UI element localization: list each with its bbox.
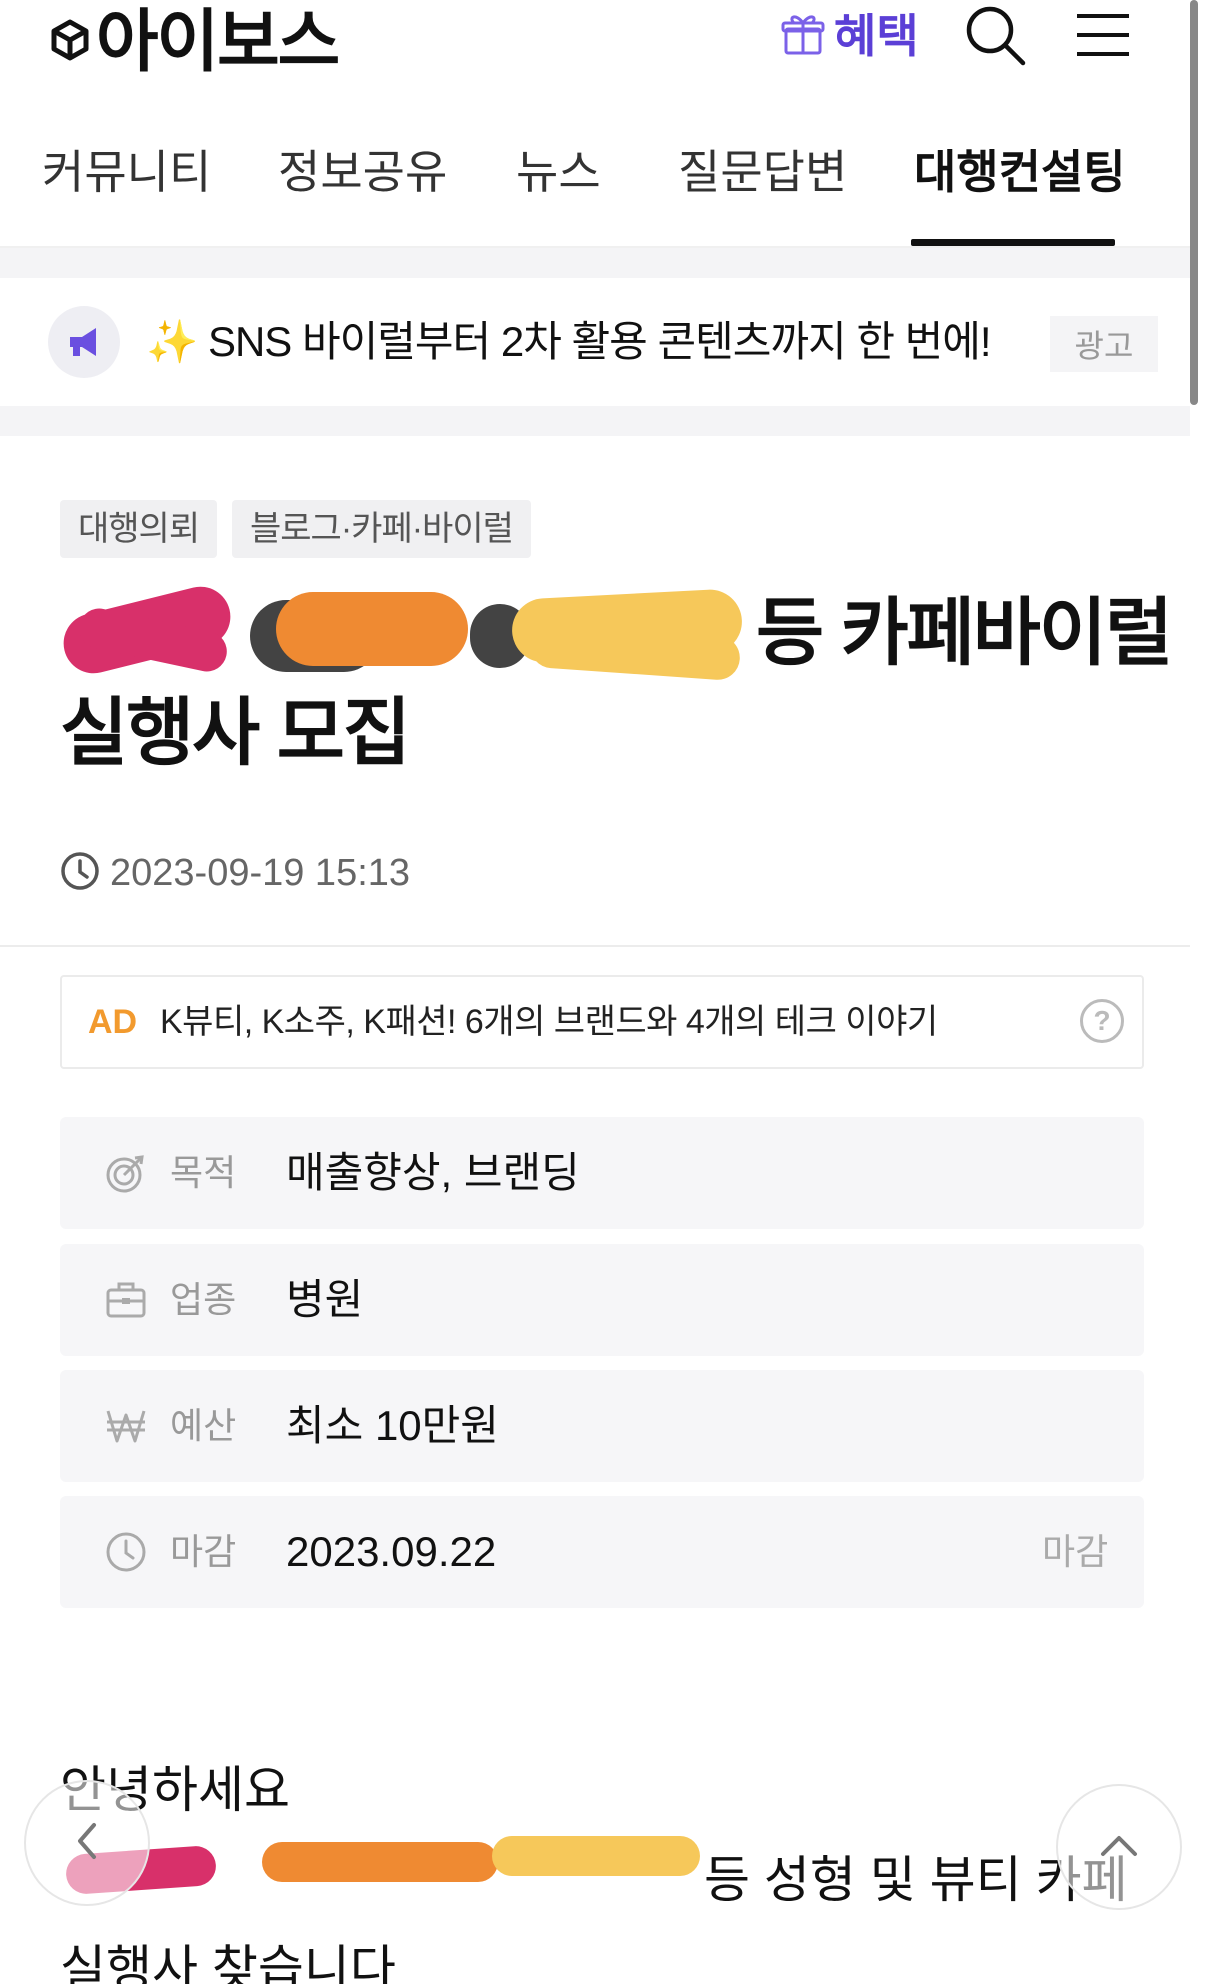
logo[interactable]: 아이보스 bbox=[48, 2, 340, 82]
tab-news[interactable]: 뉴스 bbox=[516, 144, 601, 200]
detail-row-budget: 예산 최소 10만원 bbox=[60, 1370, 1144, 1482]
detail-value: 병원 bbox=[286, 1276, 364, 1323]
scrollbar[interactable] bbox=[1190, 0, 1198, 405]
content-line3: 실행사 찾습니다 bbox=[60, 1941, 396, 1984]
promo-banner[interactable]: ✨ SNS 바이럴부터 2차 활용 콘텐츠까지 한 번에! 광고 bbox=[0, 278, 1190, 406]
ad-text: K뷰티, K소주, K패션! 6개의 브랜드와 4개의 테크 이야기 bbox=[160, 1003, 938, 1041]
post-title-visible: 등 카페바이럴 bbox=[756, 591, 1173, 674]
ad-row[interactable]: AD K뷰티, K소주, K패션! 6개의 브랜드와 4개의 테크 이야기 ? bbox=[60, 975, 1144, 1069]
tab-info-share[interactable]: 정보공유 bbox=[278, 144, 447, 200]
category-chip[interactable]: 블로그·카페·바이럴 bbox=[232, 500, 531, 558]
logo-icon bbox=[48, 18, 92, 67]
detail-label: 업종 bbox=[170, 1279, 237, 1320]
app-header: 아이보스 혜택 bbox=[0, 0, 1190, 90]
scroll-top-button[interactable] bbox=[1056, 1784, 1182, 1910]
help-icon[interactable]: ? bbox=[1080, 999, 1124, 1043]
detail-label: 마감 bbox=[170, 1531, 237, 1572]
post-title-line2: 실행사 모집 bbox=[60, 691, 411, 774]
detail-label: 예산 bbox=[170, 1405, 237, 1446]
ad-badge: 광고 bbox=[1050, 316, 1158, 372]
megaphone-icon bbox=[48, 306, 120, 378]
tab-community[interactable]: 커뮤니티 bbox=[42, 144, 211, 200]
detail-row-purpose: 목적 매출향상, 브랜딩 bbox=[60, 1117, 1144, 1229]
benefit-label: 혜택 bbox=[834, 10, 919, 62]
menu-button[interactable] bbox=[1068, 2, 1138, 72]
back-button[interactable] bbox=[24, 1780, 150, 1906]
deadline-status: 마감 bbox=[1042, 1531, 1109, 1572]
redaction-scribble-orange bbox=[276, 592, 468, 666]
detail-value: 매출향상, 브랜딩 bbox=[286, 1149, 580, 1196]
logo-text: 아이보스 bbox=[96, 4, 340, 80]
chevron-left-icon bbox=[72, 1821, 102, 1866]
menu-icon bbox=[1075, 10, 1131, 65]
detail-row-industry: 업종 병원 bbox=[60, 1244, 1144, 1356]
active-tab-indicator bbox=[911, 239, 1115, 246]
banner-text: ✨ SNS 바이럴부터 2차 활용 콘텐츠까지 한 번에! bbox=[146, 318, 992, 365]
redaction-scribble-yellow bbox=[492, 1836, 700, 1876]
divider bbox=[0, 945, 1190, 947]
target-icon bbox=[104, 1151, 148, 1195]
won-icon bbox=[104, 1404, 148, 1448]
detail-label: 목적 bbox=[170, 1152, 237, 1193]
ad-tag: AD bbox=[88, 1003, 138, 1041]
search-button[interactable] bbox=[960, 2, 1030, 72]
section-gap bbox=[0, 406, 1190, 436]
section-gap bbox=[0, 248, 1190, 278]
redaction-scribble-orange bbox=[262, 1842, 498, 1882]
tab-qna[interactable]: 질문답변 bbox=[678, 144, 847, 200]
clock-icon bbox=[104, 1530, 148, 1574]
benefit-button[interactable]: 혜택 bbox=[780, 6, 919, 66]
briefcase-icon bbox=[104, 1278, 148, 1322]
datetime-text: 2023-09-19 15:13 bbox=[110, 852, 411, 894]
chevron-up-icon bbox=[1099, 1830, 1139, 1865]
detail-row-deadline: 마감 2023.09.22 마감 bbox=[60, 1496, 1144, 1608]
search-icon bbox=[963, 3, 1027, 72]
detail-value: 2023.09.22 bbox=[286, 1528, 497, 1575]
post-datetime: 2023-09-19 15:13 bbox=[60, 845, 410, 901]
gift-icon bbox=[780, 11, 826, 62]
detail-value: 최소 10만원 bbox=[286, 1402, 499, 1449]
category-tabs: 커뮤니티 정보공유 뉴스 질문답변 대행컨설팅 bbox=[0, 120, 1190, 248]
tab-agency-consulting[interactable]: 대행컨설팅 bbox=[914, 144, 1126, 200]
clock-icon bbox=[60, 851, 100, 896]
category-chip[interactable]: 대행의뢰 bbox=[60, 500, 218, 558]
